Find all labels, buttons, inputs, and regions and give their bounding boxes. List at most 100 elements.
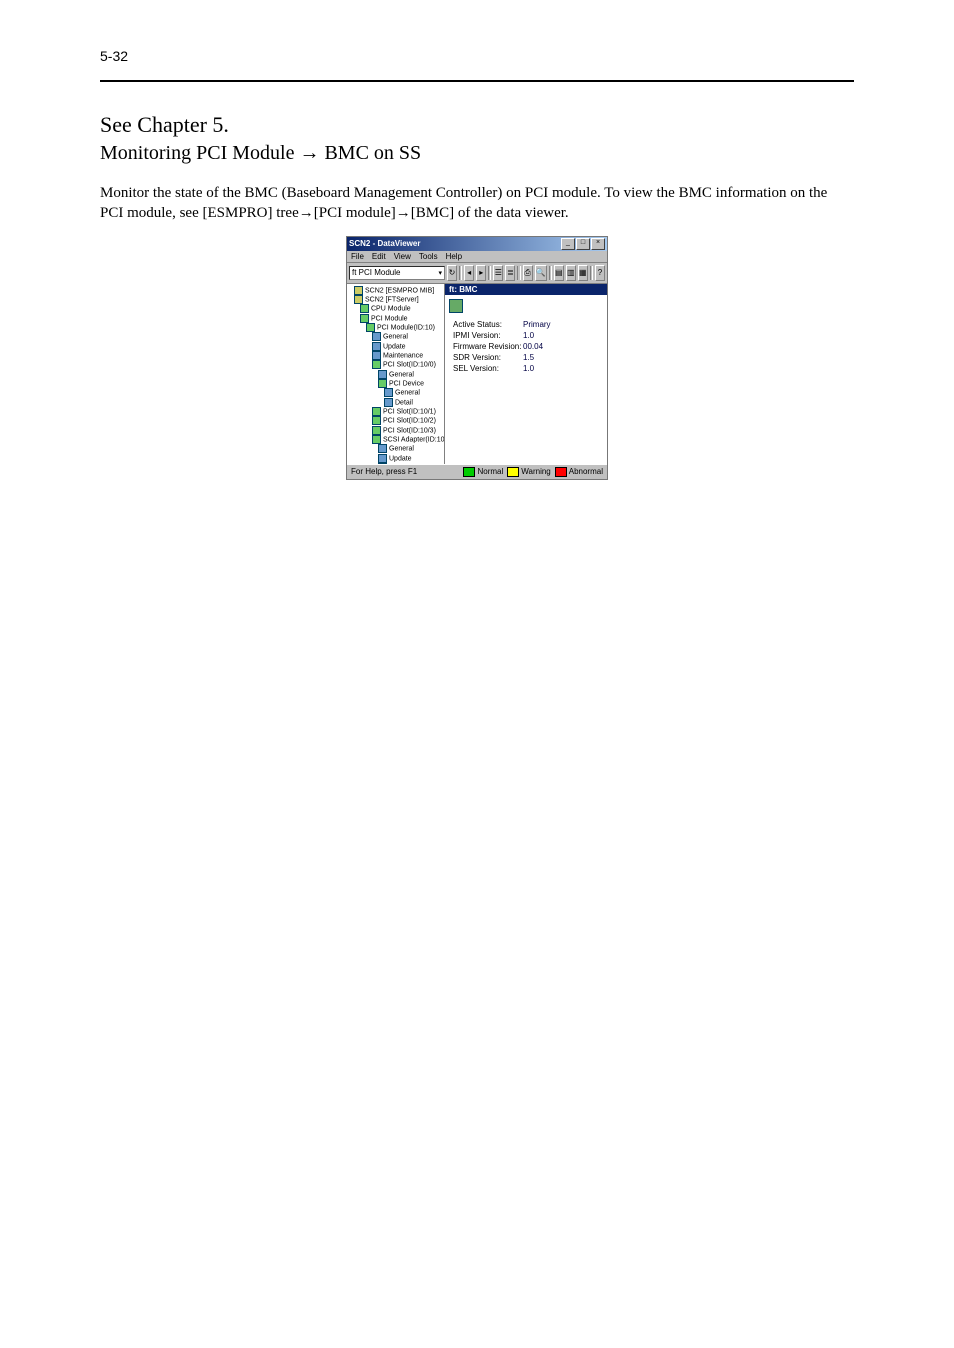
toolbar-separator	[459, 266, 462, 280]
toolbar-refresh-icon[interactable]: ↻	[447, 265, 457, 281]
menu-tools[interactable]: Tools	[419, 252, 438, 261]
row-active-status: Active Status: Primary	[453, 319, 599, 330]
toolbar-separator	[517, 266, 520, 280]
tree-pci-module-10[interactable]: PCI Module(ID:10) General Update Mainten…	[366, 323, 443, 464]
menu-help[interactable]: Help	[446, 252, 462, 261]
maximize-button[interactable]: □	[576, 238, 590, 250]
page-icon	[384, 388, 393, 397]
page-number: 5-32	[100, 48, 128, 64]
tree-scsi-update[interactable]: Update	[378, 454, 443, 463]
label-sdr-version: SDR Version:	[453, 352, 523, 363]
module-icon	[360, 314, 369, 323]
slot-icon	[372, 426, 381, 435]
page-icon	[384, 398, 393, 407]
header-rule	[100, 80, 854, 82]
window-title: SCN2 - DataViewer	[349, 239, 561, 248]
tree-slot-1[interactable]: PCI Slot(ID:10/1)	[372, 407, 443, 416]
toolbar-view1-icon[interactable]: ▤	[554, 265, 564, 281]
label-firmware-revision: Firmware Revision:	[453, 341, 523, 352]
tree-slot-0-general[interactable]: General	[378, 370, 443, 379]
tree-maintenance[interactable]: Maintenance	[372, 351, 443, 360]
body-paragraph: Monitor the state of the BMC (Baseboard …	[100, 183, 854, 224]
tree-scsi-adapter[interactable]: SCSI Adapter(ID:10/5) General Update Mai…	[372, 435, 443, 464]
tree-cpu-module[interactable]: CPU Module	[360, 304, 443, 313]
label-sel-version: SEL Version:	[453, 363, 523, 374]
tree-root-esmpro[interactable]: SCN2 [ESMPRO MIB]	[354, 286, 443, 295]
tree-slot-2[interactable]: PCI Slot(ID:10/2)	[372, 416, 443, 425]
adapter-icon	[372, 435, 381, 444]
toolbar-tree-icon[interactable]: ☰	[493, 265, 503, 281]
legend-normal-icon	[463, 467, 475, 477]
row-ipmi-version: IPMI Version: 1.0	[453, 330, 599, 341]
tree-root-ftserver[interactable]: SCN2 [FTServer] CPU Module PCI Module PC…	[354, 295, 443, 464]
slot-icon	[372, 416, 381, 425]
server-icon	[354, 286, 363, 295]
client-area: SCN2 [ESMPRO MIB] SCN2 [FTServer] CPU Mo…	[347, 284, 607, 464]
toolbar-search-icon[interactable]: 🔍	[535, 265, 547, 281]
page-icon	[378, 454, 387, 463]
close-button[interactable]: ×	[591, 238, 605, 250]
section-heading: Monitoring PCI Module → BMC on SS	[100, 142, 854, 165]
page-icon	[372, 332, 381, 341]
module-icon	[366, 323, 375, 332]
status-hint: For Help, press F1	[351, 467, 459, 476]
legend-warning-icon	[507, 467, 519, 477]
toolbar-separator	[549, 266, 552, 280]
toolbar-list-icon[interactable]: ≣	[505, 265, 515, 281]
detail-heading: ft: BMC	[445, 284, 607, 295]
row-sdr-version: SDR Version: 1.5	[453, 352, 599, 363]
row-sel-version: SEL Version: 1.0	[453, 363, 599, 374]
minimize-button[interactable]: _	[561, 238, 575, 250]
toolbar-back-icon[interactable]: ◂	[464, 265, 474, 281]
value-sdr-version: 1.5	[523, 352, 534, 363]
slot-icon	[372, 360, 381, 369]
tree-slot-0-pcidev[interactable]: PCI Device General Detail	[378, 379, 443, 407]
legend-warning: Warning	[521, 467, 551, 476]
device-icon	[378, 379, 387, 388]
dataviewer-window: SCN2 - DataViewer _ □ × File Edit View T…	[346, 236, 608, 480]
toolbar-fwd-icon[interactable]: ▸	[476, 265, 486, 281]
tree-general[interactable]: General	[372, 332, 443, 341]
nav-tree[interactable]: SCN2 [ESMPRO MIB] SCN2 [FTServer] CPU Mo…	[347, 284, 445, 464]
chapter-reference: See Chapter 5.	[100, 112, 854, 138]
row-firmware-revision: Firmware Revision: 00.04	[453, 341, 599, 352]
module-icon	[360, 304, 369, 313]
tree-slot-0-pcidev-general[interactable]: General	[384, 388, 443, 397]
tree-scsi-general[interactable]: General	[378, 444, 443, 453]
toolbar: ft PCI Module ▾ ↻ ◂ ▸ ☰ ≣ ⎙ 🔍 ▤ ▥ ▦ ?	[347, 263, 607, 284]
toolbar-view2-icon[interactable]: ▥	[566, 265, 576, 281]
chevron-down-icon: ▾	[438, 269, 442, 277]
legend-normal: Normal	[477, 467, 503, 476]
value-active-status: Primary	[523, 319, 551, 330]
page-icon	[372, 351, 381, 360]
detail-pane: ft: BMC Active Status: Primary IPMI Vers…	[445, 284, 607, 464]
bmc-icon	[449, 299, 463, 313]
tree-pci-module[interactable]: PCI Module PCI Module(ID:10) General Upd…	[360, 314, 443, 464]
status-bar: For Help, press F1 Normal Warning Abnorm…	[347, 464, 607, 479]
toolbar-view3-icon[interactable]: ▦	[578, 265, 588, 281]
detail-icon-row	[445, 295, 607, 317]
server-icon	[354, 295, 363, 304]
menu-edit[interactable]: Edit	[372, 252, 386, 261]
value-sel-version: 1.0	[523, 363, 534, 374]
tree-update[interactable]: Update	[372, 342, 443, 351]
page-icon	[372, 342, 381, 351]
toolbar-help-icon[interactable]: ?	[595, 265, 605, 281]
toolbar-print-icon[interactable]: ⎙	[523, 265, 533, 281]
page-icon	[378, 444, 387, 453]
detail-body: Active Status: Primary IPMI Version: 1.0…	[445, 317, 607, 376]
menu-view[interactable]: View	[394, 252, 411, 261]
tree-slot-3[interactable]: PCI Slot(ID:10/3)	[372, 426, 443, 435]
value-ipmi-version: 1.0	[523, 330, 534, 341]
legend-abnormal-icon	[555, 467, 567, 477]
legend-abnormal: Abnormal	[569, 467, 603, 476]
tree-slot-0[interactable]: PCI Slot(ID:10/0) General PCI Device Gen…	[372, 360, 443, 407]
menu-bar: File Edit View Tools Help	[347, 251, 607, 263]
label-active-status: Active Status:	[453, 319, 523, 330]
menu-file[interactable]: File	[351, 252, 364, 261]
slot-icon	[372, 407, 381, 416]
module-selector[interactable]: ft PCI Module ▾	[349, 266, 445, 280]
window-titlebar[interactable]: SCN2 - DataViewer _ □ ×	[347, 237, 607, 251]
tree-slot-0-pcidev-detail[interactable]: Detail	[384, 398, 443, 407]
label-ipmi-version: IPMI Version:	[453, 330, 523, 341]
